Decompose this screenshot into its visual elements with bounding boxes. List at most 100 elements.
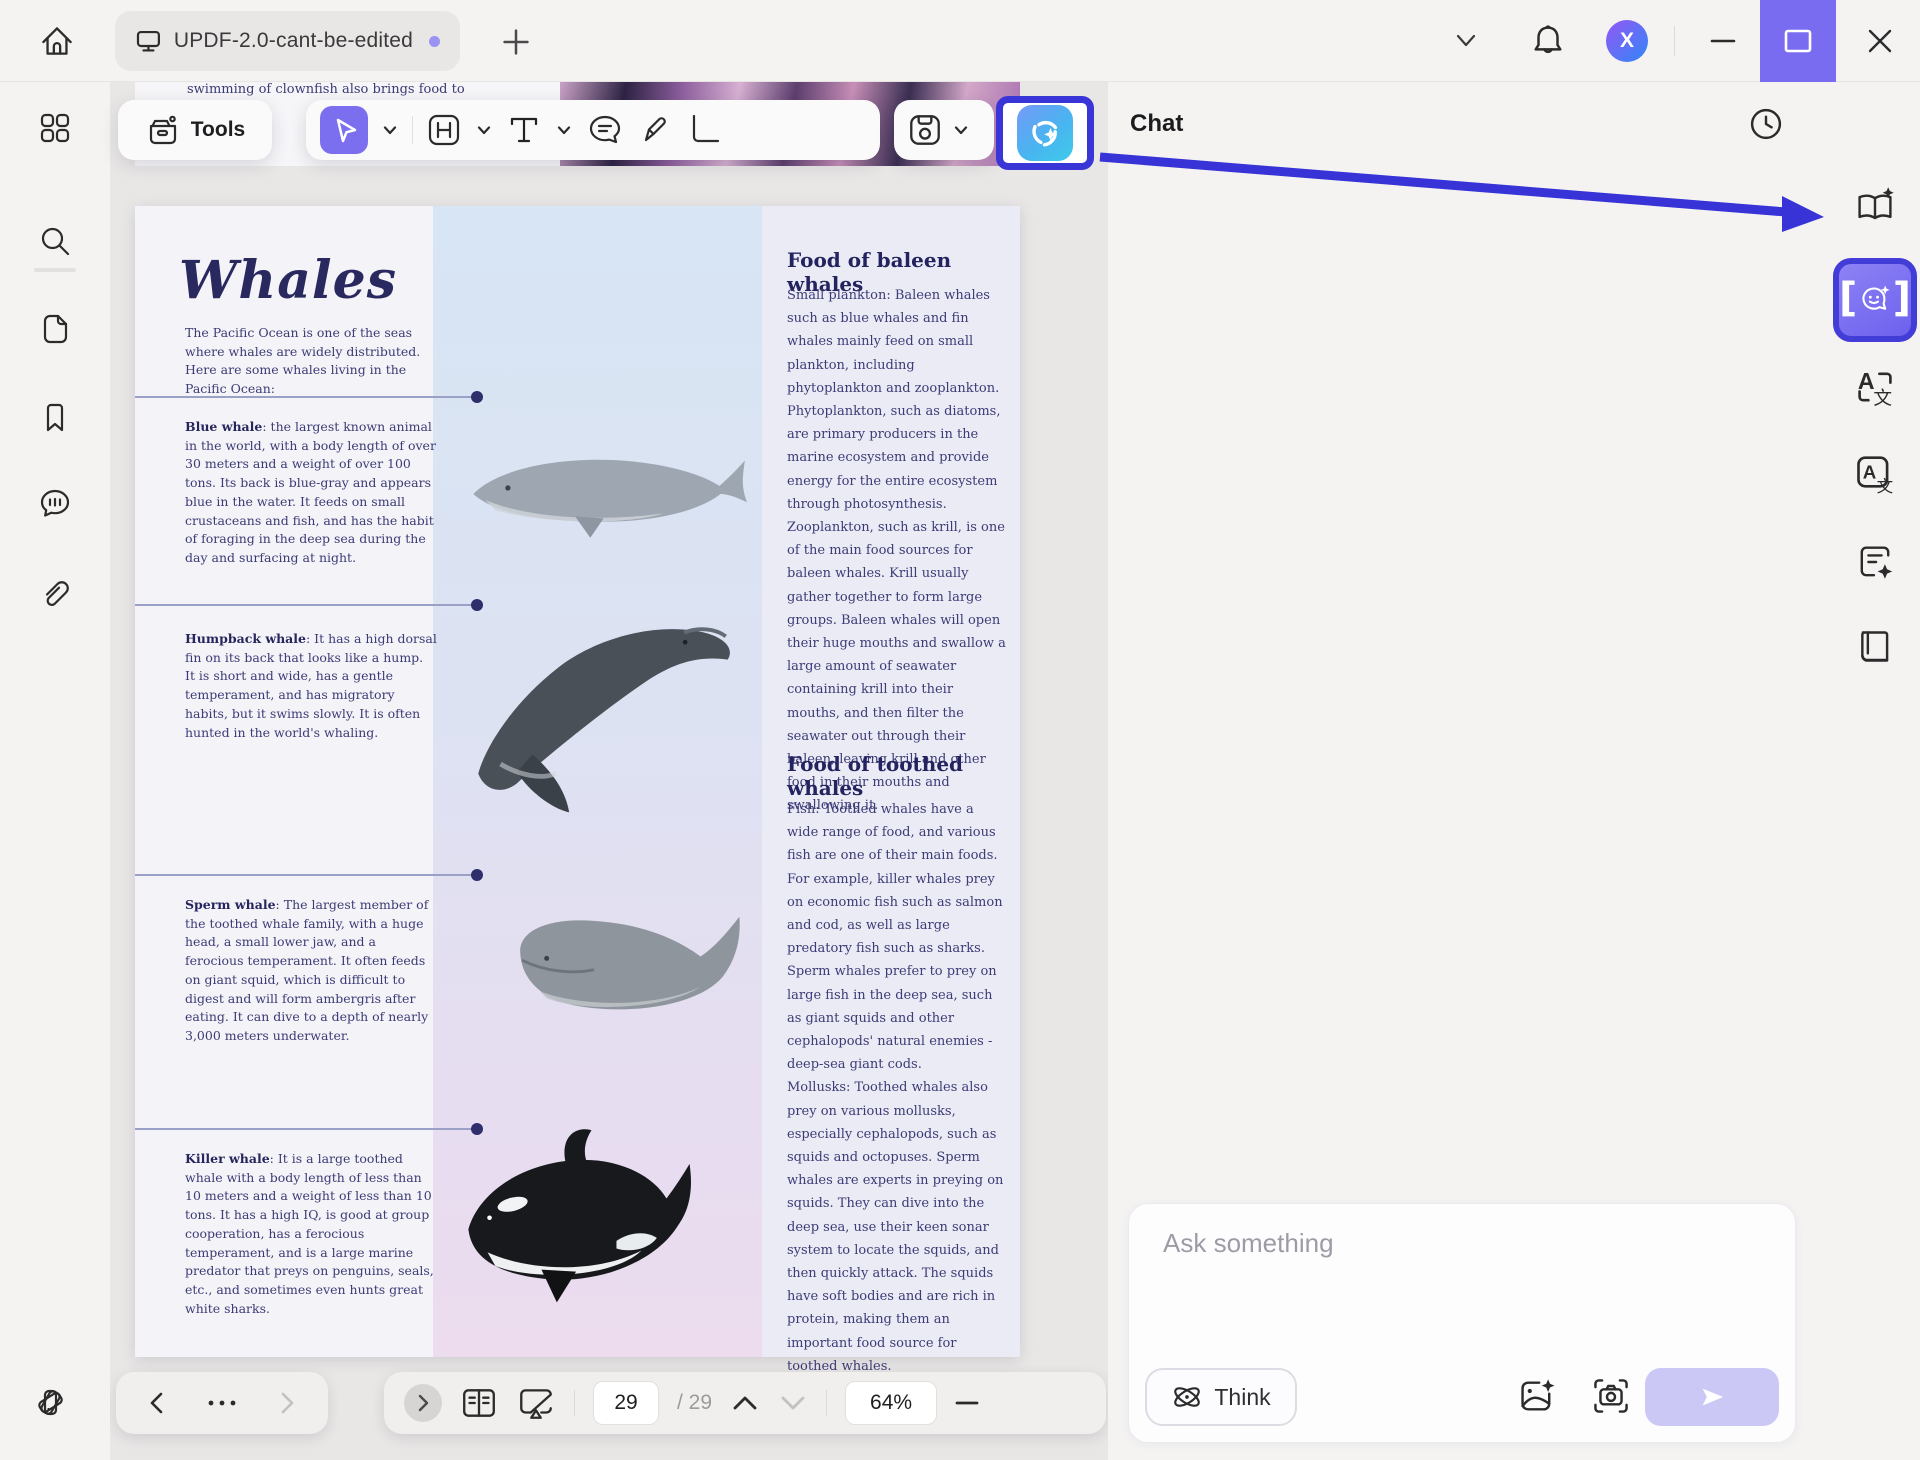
right-sidebar: [ ] A 文 A 文 (1830, 82, 1920, 1460)
sidebar-item-ai-reader[interactable] (1853, 185, 1897, 229)
pointer-tool-selected[interactable] (320, 106, 368, 154)
maximize-button[interactable] (1760, 0, 1836, 82)
think-toggle-button[interactable]: Think (1145, 1368, 1297, 1426)
minimize-button[interactable] (1700, 0, 1746, 82)
tools-label: Tools (191, 118, 245, 142)
sidebar-item-translate[interactable]: A 文 (1853, 365, 1897, 409)
bookmark-icon (37, 400, 73, 436)
sidebar-item-book[interactable] (1853, 627, 1897, 671)
nav-divider (826, 1390, 827, 1416)
document-viewer: swimming of clownfish also brings food t… (110, 82, 1108, 1460)
sidebar-item-bookmarks[interactable] (37, 400, 73, 436)
heading-dropdown-icon[interactable] (475, 121, 493, 139)
page-icon (37, 311, 73, 347)
pdf-page[interactable]: Whales The Pacific Ocean is one of the s… (135, 206, 1020, 1357)
collapse-bar-button[interactable] (404, 1384, 442, 1422)
sidebar-item-search[interactable] (37, 223, 73, 259)
section-leader-line (135, 874, 475, 876)
sidebar-item-page-thumbnails[interactable] (37, 311, 73, 347)
sidebar-item-attachments[interactable] (37, 576, 73, 612)
humpback-whale-image (457, 608, 747, 833)
sidebar-item-ai-chat-active[interactable]: [ ] (1833, 258, 1917, 342)
monitor-icon (135, 28, 162, 55)
humpback-whale-paragraph: Humpback whale: It has a high dorsal fin… (185, 630, 437, 742)
toolbar-divider (412, 116, 413, 144)
crop-tool-icon[interactable] (686, 112, 722, 148)
ai-assistant-button-highlighted[interactable] (996, 96, 1094, 170)
paperclip-icon (37, 576, 73, 612)
page-number-input[interactable] (594, 1391, 658, 1415)
next-page-icon[interactable] (778, 1392, 808, 1414)
avatar[interactable]: X (1606, 20, 1648, 62)
chat-message-input[interactable] (1163, 1228, 1743, 1348)
translate-icon: A 文 (1853, 365, 1897, 409)
save-toolbar (894, 100, 994, 160)
minimize-icon (1710, 38, 1736, 44)
screenshot-camera-icon (1591, 1376, 1631, 1416)
screenshot-button[interactable] (1591, 1376, 1631, 1416)
document-tab[interactable]: UPDF-2.0-cant-be-edited (115, 11, 460, 71)
section-leader-line (135, 396, 475, 398)
sidebar-item-translate-page[interactable]: A 文 (1853, 450, 1897, 494)
save-dropdown-icon[interactable] (952, 121, 970, 139)
zoom-out-icon[interactable] (955, 1400, 979, 1406)
zoom-level-value: 64% (870, 1391, 912, 1415)
sidebar-item-comments[interactable] (37, 485, 73, 521)
sidebar-item-tools-grid[interactable] (37, 110, 73, 146)
more-dots-icon[interactable] (205, 1398, 239, 1408)
presentation-icon[interactable] (516, 1385, 556, 1421)
chat-history-button[interactable] (1746, 104, 1786, 144)
history-back-icon[interactable] (144, 1390, 170, 1416)
sperm-whale-image (507, 900, 762, 1045)
two-page-view-icon[interactable] (460, 1385, 498, 1421)
heading-tool-icon[interactable] (426, 112, 462, 148)
toothed-heading: Food of toothed whales (787, 752, 1012, 800)
killer-whale-image (453, 1124, 703, 1324)
comment-tool-icon[interactable] (586, 111, 624, 149)
main-toolbar (306, 100, 880, 160)
bell-icon (1530, 22, 1566, 60)
home-icon (36, 20, 78, 62)
translate-page-icon: A 文 (1853, 450, 1897, 494)
toothed-paragraphs: Fish: Toothed whales have a wide range o… (787, 798, 1009, 1378)
send-button[interactable] (1645, 1368, 1779, 1426)
left-bracket-mark: [ (1839, 278, 1857, 318)
humpback-whale-label: Humpback whale (185, 631, 306, 646)
plus-icon (500, 26, 532, 58)
pointer-icon (329, 115, 359, 145)
text-dropdown-icon[interactable] (555, 121, 573, 139)
upload-image-button[interactable] (1517, 1376, 1557, 1416)
close-button[interactable] (1852, 0, 1908, 82)
new-tab-button[interactable] (500, 26, 532, 58)
chat-input-card: Think (1128, 1203, 1796, 1443)
zoom-level-button[interactable]: 64% (845, 1381, 937, 1425)
doc-intro: The Pacific Ocean is one of the seas whe… (185, 324, 431, 399)
previous-page-icon[interactable] (730, 1392, 760, 1414)
text-tool-icon[interactable] (506, 112, 542, 148)
form-sparkle-icon (1853, 540, 1897, 584)
sidebar-item-color-swatches[interactable] (37, 1382, 73, 1418)
page-navigation-bar: / 29 64% (384, 1372, 1106, 1434)
killer-whale-label: Killer whale (185, 1151, 270, 1166)
save-icon[interactable] (906, 111, 944, 149)
page-total: / 29 (677, 1391, 712, 1415)
close-icon (1865, 26, 1895, 56)
notifications-button[interactable] (1530, 22, 1566, 60)
tab-list-button[interactable] (1452, 30, 1480, 52)
sidebar-item-ai-form[interactable] (1853, 540, 1897, 584)
tools-button[interactable]: Tools (118, 100, 272, 160)
titlebar-divider (1674, 26, 1675, 56)
svg-text:文: 文 (1873, 389, 1892, 409)
pen-tool-icon[interactable] (637, 112, 673, 148)
book-icon (1853, 627, 1897, 671)
book-sparkle-icon (1853, 185, 1897, 229)
pointer-dropdown-icon[interactable] (381, 121, 399, 139)
comments-icon (37, 485, 73, 521)
home-button[interactable] (36, 20, 78, 62)
killer-whale-paragraph: Killer whale: It is a large toothed whal… (185, 1150, 437, 1318)
blue-whale-label: Blue whale (185, 419, 262, 434)
blue-whale-image (455, 432, 750, 550)
svg-text:A: A (1858, 368, 1875, 394)
history-forward-icon[interactable] (274, 1390, 300, 1416)
undo-history-group (116, 1372, 328, 1434)
